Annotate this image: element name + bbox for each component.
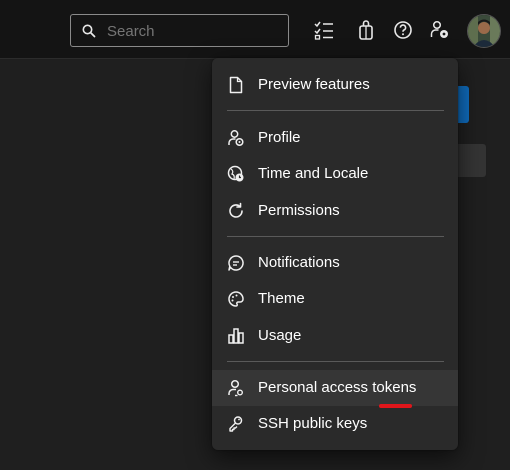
search-box[interactable]: [70, 14, 289, 47]
menu-item-profile[interactable]: Profile: [212, 120, 458, 156]
menu-item-preview-features[interactable]: Preview features: [212, 67, 458, 103]
background-input-edge: [455, 144, 486, 177]
menu-divider: [227, 361, 444, 362]
help-icon[interactable]: [393, 20, 413, 40]
menu-divider: [227, 236, 444, 237]
task-list-icon[interactable]: [314, 20, 334, 40]
palette-icon: [228, 291, 244, 307]
menu-item-label: Usage: [258, 327, 302, 344]
menu-item-permissions[interactable]: Permissions: [212, 193, 458, 229]
menu-item-label: Notifications: [258, 254, 340, 271]
menu-item-label: Preview features: [258, 76, 370, 93]
keys-icon: [229, 416, 243, 432]
globe-clock-icon: [227, 165, 244, 182]
search-icon: [82, 24, 96, 38]
menu-item-label: Theme: [258, 290, 305, 307]
menu-item-label: Personal access tokens: [258, 379, 417, 396]
search-input[interactable]: [107, 23, 277, 40]
user-settings-icon[interactable]: [430, 20, 450, 40]
menu-item-ssh-public-keys[interactable]: SSH public keys: [212, 406, 458, 442]
annotation-underline: [379, 404, 412, 408]
menu-item-label: Permissions: [258, 202, 340, 219]
menu-item-time-and-locale[interactable]: Time and Locale: [212, 156, 458, 192]
menu-item-label: Profile: [258, 129, 301, 146]
menu-divider: [227, 110, 444, 111]
menu-item-personal-access-tokens[interactable]: Personal access tokens: [212, 370, 458, 406]
chat-bubble-icon: [228, 255, 244, 271]
menu-item-theme[interactable]: Theme: [212, 281, 458, 317]
top-bar: [0, 0, 510, 59]
menu-item-label: SSH public keys: [258, 415, 368, 432]
bar-chart-icon: [228, 328, 244, 344]
avatar[interactable]: [467, 14, 501, 48]
menu-item-label: Time and Locale: [258, 165, 369, 182]
avatar-photo: [468, 15, 500, 47]
shopping-bag-icon[interactable]: [356, 20, 376, 40]
person-key-icon: [228, 379, 243, 397]
refresh-icon: [229, 202, 243, 218]
menu-item-notifications[interactable]: Notifications: [212, 245, 458, 281]
user-settings-menu: Preview features Profile Time and Locale…: [212, 58, 458, 450]
menu-item-usage[interactable]: Usage: [212, 318, 458, 354]
document-icon: [229, 76, 243, 94]
profile-icon: [228, 130, 244, 147]
